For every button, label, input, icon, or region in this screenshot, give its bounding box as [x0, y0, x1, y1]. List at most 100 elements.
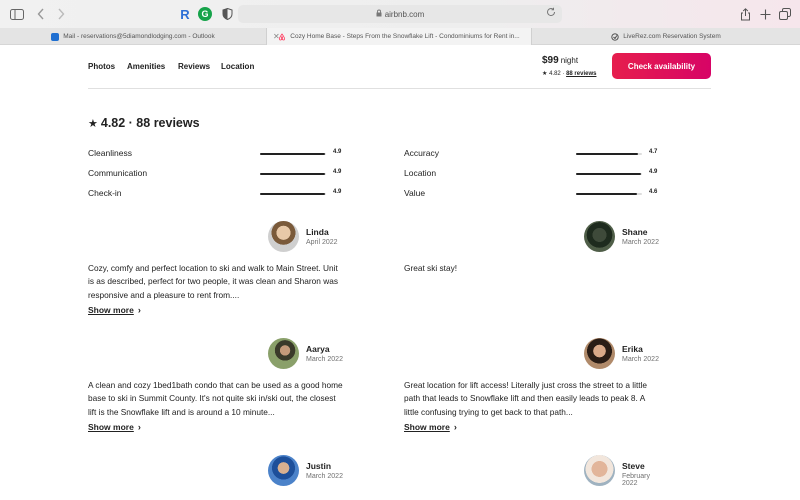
tab-bar: Mail - reservations@5diamondlodging.com … [0, 28, 800, 45]
review-text: A clean and cozy 1bed1bath condo that ca… [88, 380, 343, 417]
tab-liverez[interactable]: LiveRez.com Reservation System [532, 28, 800, 45]
show-more-link[interactable]: Show more › [88, 422, 141, 432]
rating-category-score: 4.6 [649, 189, 658, 195]
lock-icon [376, 9, 382, 19]
shield-icon[interactable] [219, 6, 235, 22]
price-amount: $99 [542, 55, 559, 66]
review-date: February 2022 [622, 473, 651, 487]
tab-label: Cozy Home Base - Steps From the Snowflak… [290, 33, 520, 40]
avatar[interactable] [268, 338, 299, 369]
rating-category: Accuracy 4.7 [404, 148, 664, 160]
rating-category-label: Value [404, 188, 426, 198]
reload-icon[interactable] [546, 7, 556, 20]
avatar[interactable] [268, 221, 299, 252]
rating-bar [576, 193, 642, 195]
rating-category-label: Location [404, 168, 437, 178]
liverez-icon [611, 32, 619, 41]
star-icon: ★ [542, 71, 548, 77]
rating-category-score: 4.9 [649, 169, 658, 175]
reviewer-name: Erika [622, 344, 643, 354]
avatar[interactable] [584, 221, 615, 252]
show-more-label: Show more [88, 305, 134, 315]
tab-label: Mail - reservations@5diamondlodging.com … [63, 33, 215, 40]
review-date: March 2022 [622, 356, 659, 363]
rating-bar [260, 153, 326, 155]
close-icon[interactable]: ✕ [273, 32, 280, 41]
avatar[interactable] [268, 455, 299, 486]
rating-category-label: Communication [88, 168, 148, 178]
nav-amenities[interactable]: Amenities [127, 62, 165, 71]
nightly-price: $99 night [542, 55, 578, 66]
rating-category-score: 4.9 [333, 149, 342, 155]
nav-photos[interactable]: Photos [88, 62, 115, 71]
avatar[interactable] [584, 455, 615, 486]
extension-r-icon[interactable]: R [177, 6, 193, 22]
rating-category: Location 4.9 [404, 168, 664, 180]
divider [88, 88, 711, 89]
rating-category: Value 4.6 [404, 188, 664, 200]
address-text: airbnb.com [384, 9, 425, 19]
tab-outlook[interactable]: Mail - reservations@5diamondlodging.com … [0, 28, 266, 45]
show-more-link[interactable]: Show more › [404, 422, 457, 432]
price-unit: night [560, 56, 579, 65]
tabs-icon[interactable] [777, 6, 793, 22]
address-bar[interactable]: airbnb.com [238, 5, 562, 23]
reviewer-name: Steve [622, 461, 645, 471]
tab-airbnb[interactable]: ✕ Cozy Home Base - Steps From the Snowfl… [266, 28, 532, 45]
rating-category-label: Accuracy [404, 148, 439, 158]
rating-bar [260, 193, 326, 195]
rating-bar-fill [260, 193, 325, 195]
rating-bar [576, 153, 642, 155]
reviewer-name: Shane [622, 227, 648, 237]
rating-bar-fill [260, 153, 325, 155]
nav-reviews[interactable]: Reviews [178, 62, 210, 71]
show-more-link[interactable]: Show more › [88, 305, 141, 315]
reviewer-name: Justin [306, 461, 332, 471]
chevron-right-icon: › [453, 422, 457, 432]
check-availability-button[interactable]: Check availability [612, 53, 711, 79]
review-date: March 2022 [622, 239, 659, 246]
rating-value: 4.82 [549, 71, 561, 77]
star-icon: ★ [88, 118, 98, 130]
browser-toolbar: R G airbnb.com [0, 0, 800, 28]
rating-category: Check-in 4.9 [88, 188, 348, 200]
chevron-right-icon: › [137, 422, 141, 432]
reviewer-name: Linda [306, 227, 329, 237]
show-more-label: Show more [88, 422, 134, 432]
rating-category: Communication 4.9 [88, 168, 348, 180]
share-icon[interactable] [737, 6, 753, 22]
chevron-left-icon[interactable] [33, 6, 49, 22]
rating-category-score: 4.9 [333, 189, 342, 195]
outlook-icon [51, 32, 60, 41]
rating-bar-fill [576, 193, 637, 195]
rating-category-score: 4.9 [333, 169, 342, 175]
rating-bar-fill [260, 173, 325, 175]
avatar[interactable] [584, 338, 615, 369]
rating-bar [576, 173, 642, 175]
reviews-link[interactable]: 88 reviews [566, 71, 596, 77]
review-text: Great ski stay! [404, 263, 458, 273]
rating-category-score: 4.7 [649, 149, 658, 155]
plus-icon[interactable] [757, 6, 773, 22]
review-text: Cozy, comfy and perfect location to ski … [88, 263, 338, 300]
chevron-right-icon: › [137, 305, 141, 315]
reviews-heading: ★ 4.82 · 88 reviews [88, 116, 200, 130]
reviews-heading-text: 4.82 · 88 reviews [100, 116, 200, 130]
review-date: March 2022 [306, 356, 343, 363]
sidebar-icon[interactable] [9, 6, 25, 22]
rating-bar-fill [576, 153, 639, 155]
show-more-label: Show more [404, 422, 450, 432]
nav-location[interactable]: Location [221, 62, 254, 71]
review-text: Great location for lift access! Literall… [404, 380, 648, 417]
rating-category-label: Cleanliness [88, 148, 132, 158]
rating-bar [260, 173, 326, 175]
chevron-right-icon[interactable] [53, 6, 69, 22]
rating-category: Cleanliness 4.9 [88, 148, 348, 160]
review-date: March 2022 [306, 473, 343, 480]
reviewer-name: Aarya [306, 344, 330, 354]
grammarly-icon[interactable]: G [198, 7, 212, 21]
price-rating: ★ 4.82 · 88 reviews [542, 71, 597, 77]
rating-category-label: Check-in [88, 188, 122, 198]
tab-label: LiveRez.com Reservation System [623, 33, 721, 40]
review-date: April 2022 [306, 239, 338, 246]
